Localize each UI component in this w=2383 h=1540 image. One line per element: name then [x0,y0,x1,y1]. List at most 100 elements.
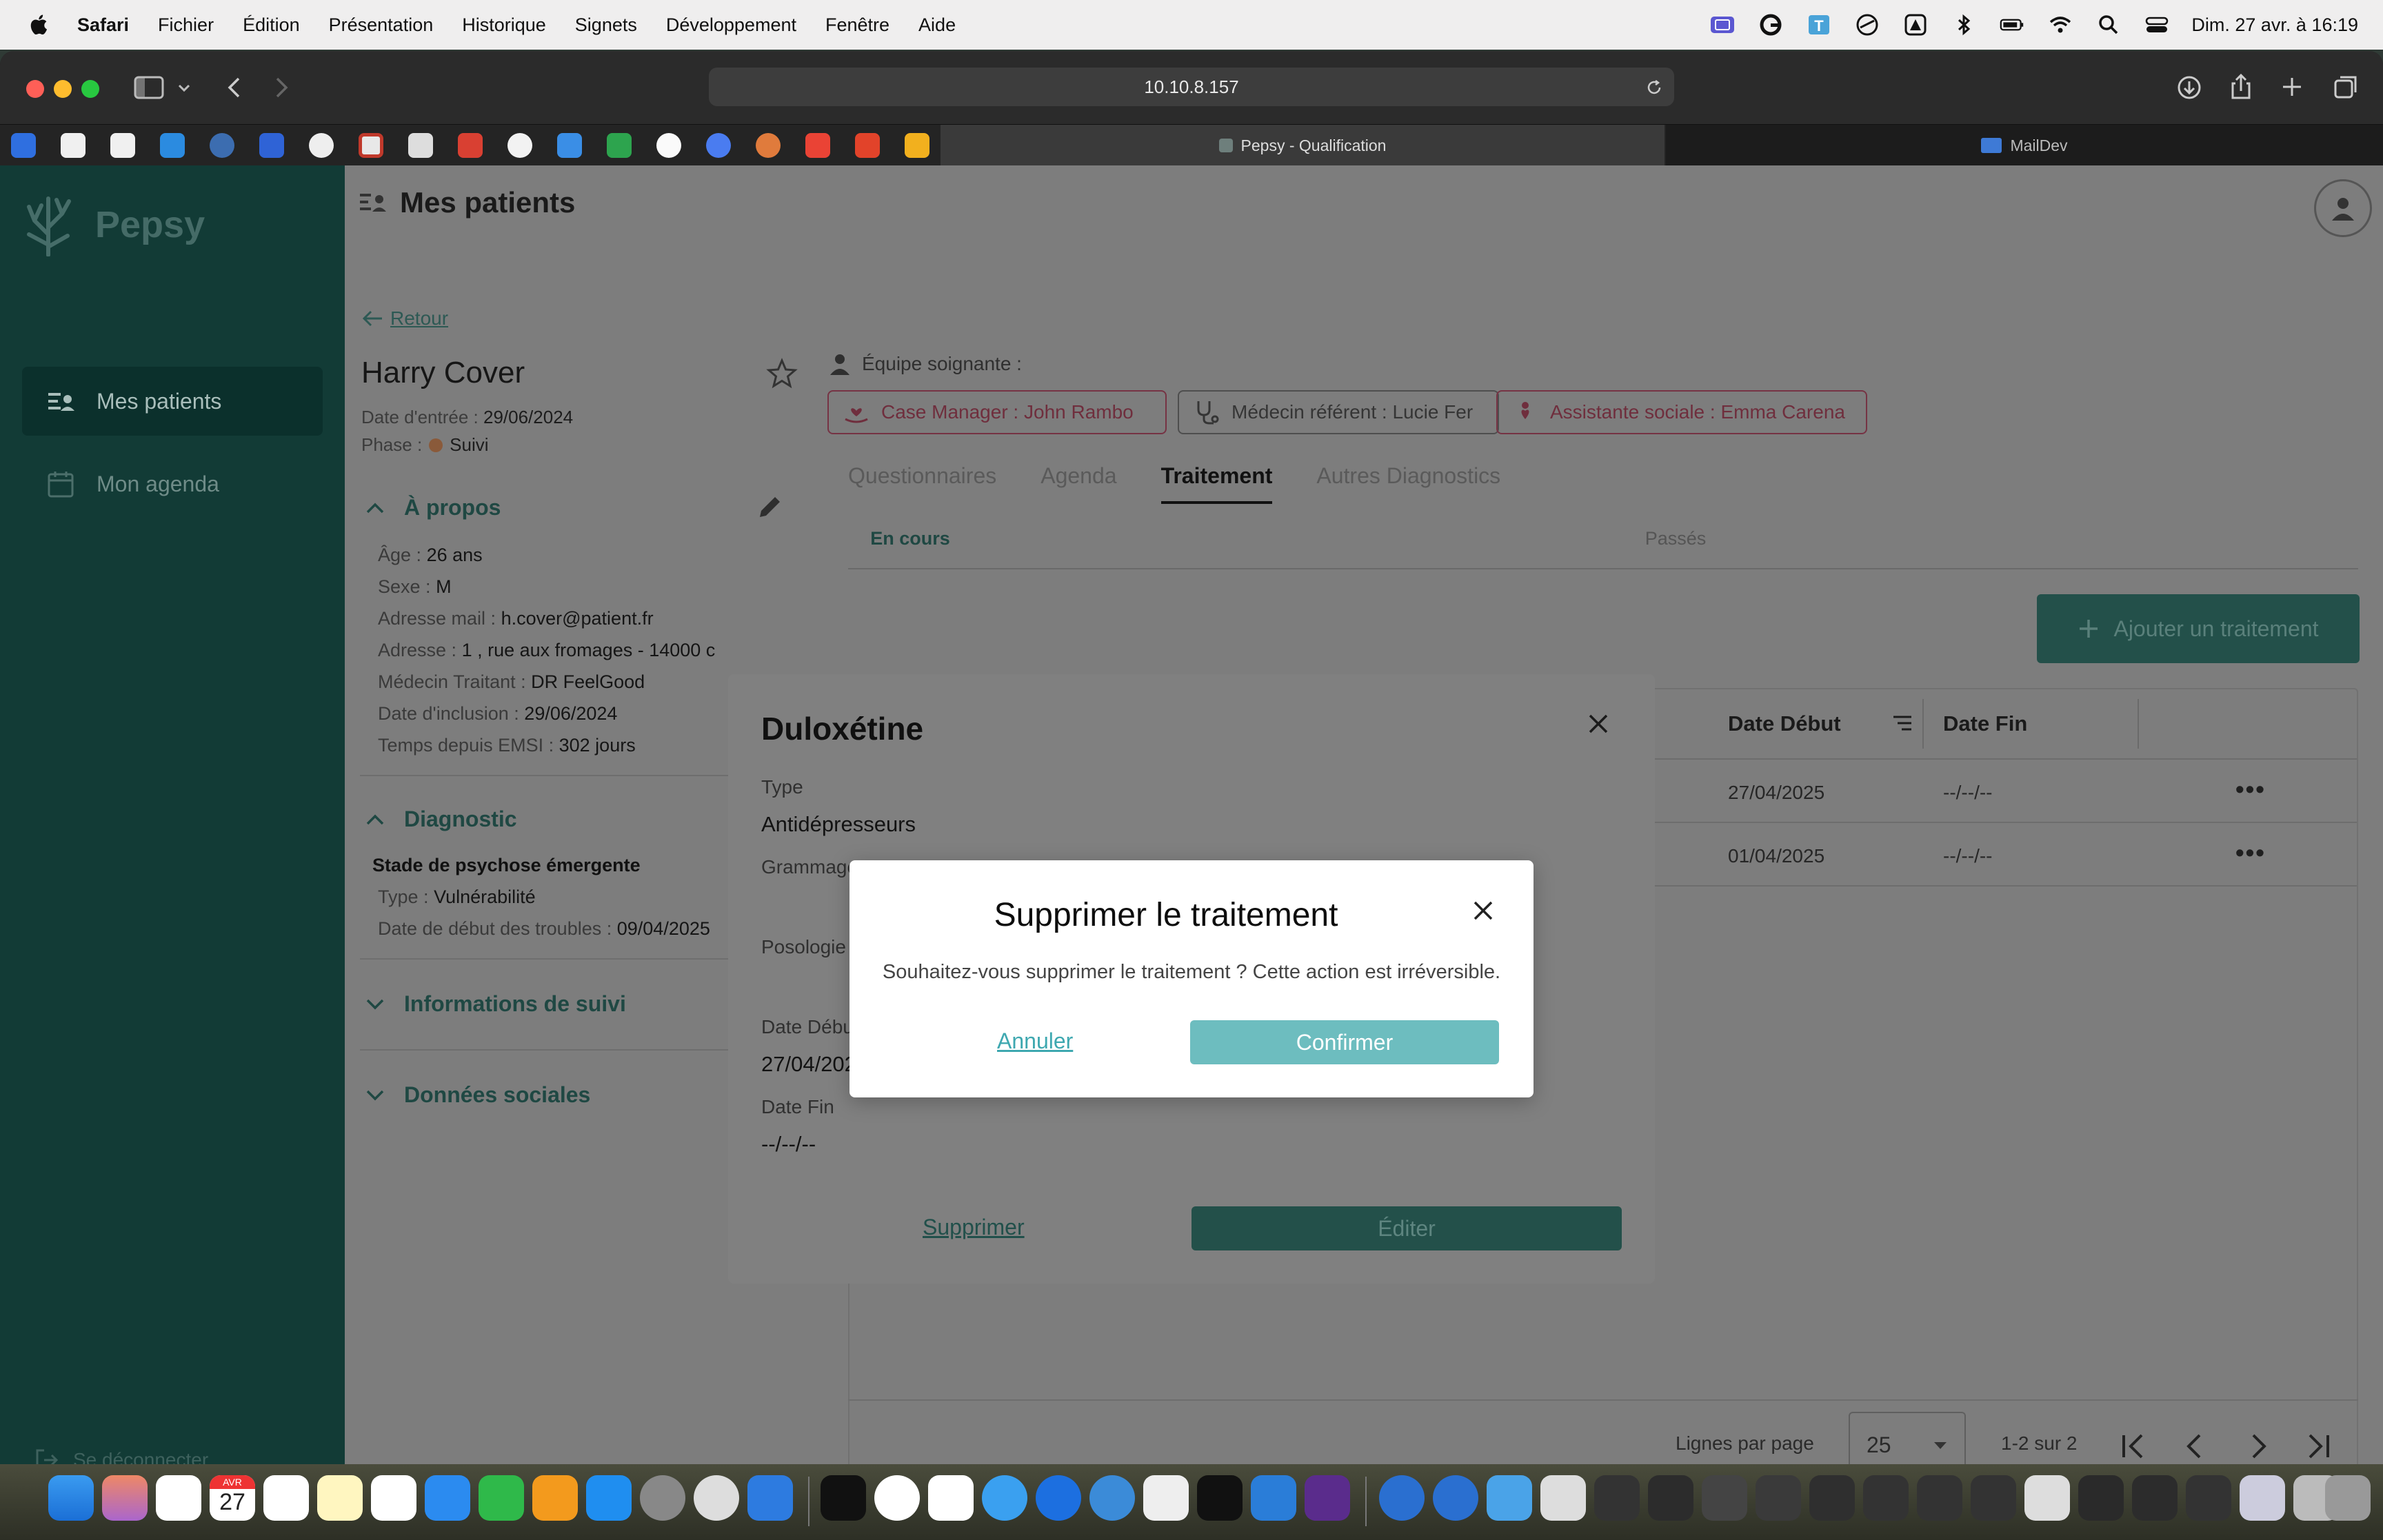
pinned-tab-google-calendar-icon[interactable] [557,133,582,158]
nav-mon-agenda[interactable]: Mon agenda [22,449,323,518]
globe-icon[interactable] [1379,1475,1425,1521]
app-store-icon[interactable] [586,1475,632,1521]
pinned-tab-gitlab-icon[interactable] [855,133,880,158]
window-thumbnail-4-icon[interactable] [1702,1475,1747,1521]
menubar-clock[interactable]: Dim. 27 avr. à 16:19 [2191,14,2358,36]
pinned-tab-google-meet-icon[interactable] [607,133,632,158]
graphql-icon[interactable] [1305,1475,1350,1521]
window-thumbnail-12-icon[interactable] [2132,1475,2178,1521]
xcode-icon[interactable] [747,1475,793,1521]
subtab-en-cours[interactable]: En cours [848,528,972,549]
pinned-tab-docker-icon[interactable] [160,133,185,158]
pinned-tab-mailpit-icon[interactable] [905,133,929,158]
chrome-icon[interactable] [874,1475,920,1521]
logout-button[interactable]: Se déconnecter [34,1448,208,1464]
control-center-icon[interactable] [2143,12,2171,37]
pinned-tab-circle-icon[interactable] [309,133,334,158]
forward-arrow-icon[interactable] [273,76,291,99]
section-donnees-sociales[interactable]: Données sociales [365,1082,590,1108]
pinned-tab-github-2-icon[interactable] [110,133,135,158]
sequel-icon[interactable] [1143,1475,1189,1521]
reload-icon[interactable] [1645,79,1663,97]
pinned-tab-claude-icon[interactable] [756,133,781,158]
edit-pencil-icon[interactable] [754,492,785,523]
brand-logo[interactable]: Pepsy [21,193,205,256]
pinned-tab-red-box-icon[interactable] [359,133,383,158]
menu-fichier[interactable]: Fichier [158,14,214,36]
pages-icon[interactable] [532,1475,578,1521]
favorite-star-icon[interactable] [765,357,798,390]
pinned-tab-calendar-icon[interactable] [408,133,433,158]
minimize-window-button[interactable] [54,80,72,98]
pinned-tab-gemini-icon[interactable] [706,133,731,158]
photos-icon[interactable] [156,1475,201,1521]
vpn-icon[interactable] [1853,12,1881,37]
zoom-window-button[interactable] [81,80,99,98]
numbers-icon[interactable] [479,1475,524,1521]
notes-icon[interactable] [317,1475,363,1521]
window-thumbnail-10-icon[interactable] [2024,1475,2070,1521]
cancel-button[interactable]: Annuler [997,1029,1073,1054]
subtab-passes[interactable]: Passés [1613,528,1738,549]
section-informations-suivi[interactable]: Informations de suivi [365,991,626,1017]
last-page-icon[interactable] [2303,1431,2333,1461]
sidebar-toggle-icon[interactable] [134,76,164,99]
pycharm-icon[interactable] [1197,1475,1243,1521]
downloads-icon[interactable] [2176,74,2202,101]
add-treatment-button[interactable]: Ajouter un traitement [2037,594,2360,663]
tab-overview-icon[interactable] [2333,74,2358,99]
chip-medecin-referent[interactable]: Médecin référent : Lucie Fer [1178,390,1499,434]
safari-icon[interactable] [982,1475,1027,1521]
pinned-tab-app-icon[interactable] [210,133,234,158]
window-thumbnail-5-icon[interactable] [1756,1475,1801,1521]
menu-app-name[interactable]: Safari [77,14,129,36]
nav-mes-patients[interactable]: Mes patients [22,367,323,436]
confirm-button[interactable]: Confirmer [1190,1020,1499,1064]
share-icon[interactable] [2229,73,2253,101]
menu-historique[interactable]: Historique [462,14,546,36]
back-link[interactable]: Retour [361,307,448,330]
close-icon[interactable] [1585,710,1612,738]
menu-fenetre[interactable]: Fenêtre [825,14,889,36]
chip-assistante-sociale[interactable]: Assistante sociale : Emma Carena [1496,390,1867,434]
keynote-icon[interactable] [425,1475,470,1521]
launchpad-icon[interactable] [102,1475,148,1521]
menu-developpement[interactable]: Développement [666,14,796,36]
close-icon[interactable] [1470,898,1496,924]
window-thumbnail-2-icon[interactable] [1594,1475,1640,1521]
freeform-icon[interactable] [371,1475,416,1521]
spotlight-search-icon[interactable] [2095,12,2122,37]
menu-edition[interactable]: Édition [243,14,300,36]
new-tab-plus-icon[interactable] [2281,76,2303,98]
downloads-folder-icon[interactable] [1487,1475,1532,1521]
window-thumbnail-14-icon[interactable] [2240,1475,2285,1521]
address-bar[interactable]: 10.10.8.157 [709,68,1674,106]
edit-treatment-button[interactable]: Éditer [1192,1206,1622,1250]
bluetooth-icon[interactable] [1950,12,1978,37]
menu-aide[interactable]: Aide [918,14,956,36]
tab-pepsy[interactable]: Pepsy - Qualification [941,125,1665,166]
tab-maildev[interactable]: MailDev [1666,125,2383,166]
delete-treatment-link[interactable]: Supprimer [923,1215,1025,1240]
trash-icon[interactable] [2325,1475,2371,1521]
column-date-fin[interactable]: Date Fin [1943,689,2027,758]
globe-2-icon[interactable] [1433,1475,1478,1521]
text-tool-icon[interactable]: T [1805,12,1833,37]
window-thumbnail-6-icon[interactable] [1809,1475,1855,1521]
pinned-tab-jira-icon[interactable] [11,133,36,158]
screen-share-icon[interactable] [1709,12,1736,37]
pinned-tab-bitwarden-icon[interactable] [259,133,284,158]
window-thumbnail-icon[interactable] [1540,1475,1586,1521]
tab-traitement[interactable]: Traitement [1160,463,1273,504]
section-diagnostic[interactable]: Diagnostic [365,807,517,832]
vscode-icon[interactable] [1251,1475,1296,1521]
close-window-button[interactable] [26,80,44,98]
system-settings-icon[interactable] [640,1475,685,1521]
font-app-icon[interactable] [928,1475,974,1521]
pinned-tab-github-icon[interactable] [61,133,86,158]
first-page-icon[interactable] [2118,1431,2149,1461]
grammarly-icon[interactable] [1757,12,1784,37]
wifi-icon[interactable] [2047,12,2074,37]
previous-page-icon[interactable] [2180,1431,2211,1461]
back-arrow-icon[interactable] [225,76,243,99]
